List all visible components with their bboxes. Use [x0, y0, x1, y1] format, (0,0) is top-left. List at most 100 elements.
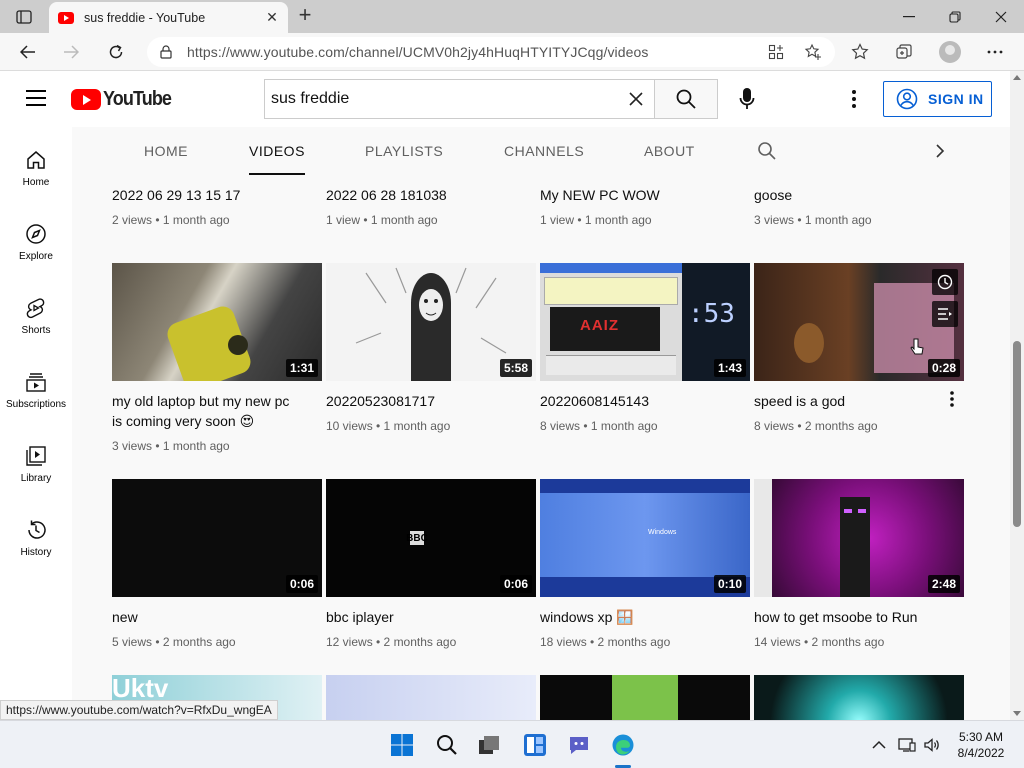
task-view-button[interactable]	[475, 731, 503, 759]
forward-button[interactable]	[57, 39, 85, 65]
video-thumbnail[interactable]	[540, 675, 750, 720]
edge-taskbar-button[interactable]	[609, 731, 637, 759]
page-scrollbar[interactable]	[1010, 71, 1024, 720]
lock-icon[interactable]	[159, 45, 173, 59]
video-title[interactable]: speed is a god	[754, 391, 944, 411]
channel-search-icon[interactable]	[757, 141, 777, 161]
start-button[interactable]	[388, 731, 416, 759]
guide-item-history[interactable]: History	[0, 505, 72, 565]
new-tab-button[interactable]: +	[292, 4, 318, 28]
restore-button[interactable]	[932, 0, 978, 33]
tab-videos[interactable]: VIDEOS	[249, 127, 305, 175]
video-title[interactable]: 20220523081717	[326, 391, 516, 411]
video-card[interactable]: 1:31 my old laptop but my new pc is comi…	[112, 263, 322, 453]
video-meta: 18 views • 2 months ago	[540, 635, 671, 649]
tab-close-icon[interactable]: ✕	[260, 9, 284, 26]
video-actions-kebab-icon[interactable]	[944, 389, 960, 409]
video-meta: 3 views • 1 month ago	[754, 213, 872, 227]
collections-icon[interactable]	[892, 40, 916, 64]
video-title[interactable]: my old laptop but my new pc is coming ve…	[112, 391, 302, 431]
video-card[interactable]: 5:58 20220523081717 10 views • 1 month a…	[326, 263, 536, 433]
video-thumbnail[interactable]: 0:06	[112, 479, 322, 597]
video-thumbnail[interactable]: AAIZ :53 1:43	[540, 263, 750, 381]
browser-tab[interactable]: sus freddie - YouTube ✕	[49, 2, 288, 33]
sign-in-button[interactable]: SIGN IN	[883, 81, 992, 117]
video-card[interactable]: 0:28 speed is a god 8 views • 2 months a…	[754, 263, 964, 433]
guide-item-shorts[interactable]: Shorts	[0, 283, 72, 343]
video-card[interactable]: BBC 0:06 bbc iplayer 12 views • 2 months…	[326, 479, 536, 649]
video-card[interactable]: 2022 06 28 181038 1 view • 1 month ago	[326, 175, 536, 227]
guide-item-subscriptions[interactable]: Subscriptions	[0, 357, 72, 417]
guide-item-home[interactable]: Home	[0, 135, 72, 195]
favorites-icon[interactable]	[848, 40, 872, 64]
guide-item-explore[interactable]: Explore	[0, 209, 72, 269]
clear-search-icon[interactable]	[626, 89, 646, 109]
watch-later-button[interactable]	[932, 269, 958, 295]
video-card[interactable]: My NEW PC WOW 1 view • 1 month ago	[540, 175, 750, 227]
taskbar-search-button[interactable]	[433, 731, 461, 759]
video-card[interactable]: AAIZ :53 1:43 20220608145143 8 views • 1…	[540, 263, 750, 433]
volume-icon[interactable]	[922, 735, 942, 755]
video-title[interactable]: new	[112, 607, 302, 627]
youtube-logo[interactable]: YouTube	[71, 88, 179, 111]
subscriptions-icon	[26, 373, 46, 392]
widgets-button[interactable]	[521, 731, 549, 759]
video-title[interactable]: how to get msoobe to Run	[754, 607, 944, 627]
settings-kebab-icon[interactable]	[844, 87, 864, 111]
guide-item-library[interactable]: Library	[0, 431, 72, 491]
tab-actions-icon[interactable]	[8, 6, 40, 28]
video-thumbnail[interactable]: 2:48	[754, 479, 964, 597]
minimize-button[interactable]	[886, 0, 932, 33]
voice-search-button[interactable]	[732, 83, 762, 115]
chevron-right-icon[interactable]	[930, 141, 950, 161]
menu-icon[interactable]	[26, 90, 46, 106]
video-thumbnail[interactable]: BBC 0:06	[326, 479, 536, 597]
video-title[interactable]: 2022 06 28 181038	[326, 185, 516, 205]
video-thumbnail[interactable]: Windows 0:10	[540, 479, 750, 597]
add-to-queue-button[interactable]	[932, 301, 958, 327]
tab-home[interactable]: HOME	[144, 127, 188, 175]
search-button[interactable]	[655, 79, 718, 119]
refresh-button[interactable]	[102, 39, 130, 65]
network-icon[interactable]	[897, 735, 917, 755]
video-title[interactable]: 20220608145143	[540, 391, 730, 411]
video-card[interactable]	[326, 675, 536, 720]
thumbnail-clock-text: :53	[688, 299, 735, 329]
video-thumbnail[interactable]: 1:31	[112, 263, 322, 381]
video-card[interactable]: goose 3 views • 1 month ago	[754, 175, 964, 227]
tab-about[interactable]: ABOUT	[644, 127, 695, 175]
settings-more-icon[interactable]	[983, 40, 1007, 64]
video-card[interactable]: Windows 0:10 windows xp 🪟 18 views • 2 m…	[540, 479, 750, 649]
profile-avatar[interactable]	[939, 41, 961, 63]
close-window-button[interactable]	[978, 0, 1024, 33]
scroll-down-arrow-icon[interactable]	[1013, 711, 1021, 716]
video-title[interactable]: goose	[754, 185, 944, 205]
address-bar-row: https://www.youtube.com/channel/UCMV0h2j…	[0, 33, 1024, 71]
show-hidden-icons-chevron-icon[interactable]	[869, 735, 889, 755]
scroll-up-arrow-icon[interactable]	[1013, 75, 1021, 80]
video-thumbnail[interactable]: 0:28	[754, 263, 964, 381]
address-bar[interactable]: https://www.youtube.com/channel/UCMV0h2j…	[147, 37, 835, 67]
system-clock[interactable]: 5:30 AM 8/4/2022	[950, 729, 1012, 761]
video-card[interactable]: 2022 06 29 13 15 17 2 views • 1 month ag…	[112, 175, 322, 227]
video-title[interactable]: windows xp 🪟	[540, 607, 730, 627]
tab-channels[interactable]: CHANNELS	[504, 127, 584, 175]
chat-button[interactable]	[565, 731, 593, 759]
video-thumbnail[interactable]	[326, 675, 536, 720]
tab-playlists[interactable]: PLAYLISTS	[365, 127, 443, 175]
search-icon	[676, 89, 696, 109]
scrollbar-thumb[interactable]	[1013, 341, 1021, 527]
video-thumbnail[interactable]: 5:58	[326, 263, 536, 381]
video-thumbnail[interactable]	[754, 675, 964, 720]
video-title[interactable]: 2022 06 29 13 15 17	[112, 185, 302, 205]
add-favorite-icon[interactable]	[801, 40, 825, 64]
back-button[interactable]	[14, 39, 42, 65]
video-title[interactable]: My NEW PC WOW	[540, 185, 730, 205]
video-title[interactable]: bbc iplayer	[326, 607, 516, 627]
app-available-icon[interactable]	[764, 40, 788, 64]
video-card[interactable]: 0:06 new 5 views • 2 months ago	[112, 479, 322, 649]
search-input[interactable]	[265, 90, 615, 108]
video-card[interactable]	[540, 675, 750, 720]
video-card[interactable]	[754, 675, 964, 720]
video-card[interactable]: 2:48 how to get msoobe to Run 14 views •…	[754, 479, 964, 649]
